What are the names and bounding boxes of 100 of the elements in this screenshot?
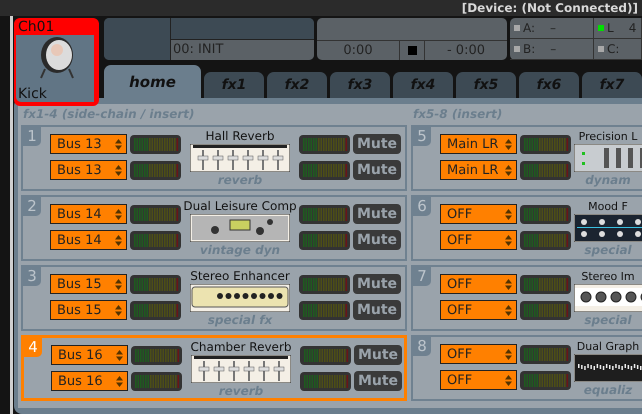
source-select[interactable]: OFF	[440, 230, 517, 250]
up-down-arrows-icon	[115, 138, 122, 150]
level-meter	[520, 274, 571, 294]
level-meter	[299, 204, 350, 224]
up-down-arrows-icon	[505, 234, 512, 246]
source-select[interactable]: Bus 14	[50, 230, 127, 250]
status-value: 4	[628, 21, 636, 35]
effect-name: Stereo Enhancer	[190, 269, 290, 284]
level-meter	[130, 300, 181, 320]
window-title: [Device: (Not Connected)]	[462, 1, 638, 15]
source-select[interactable]: Main LR	[440, 160, 517, 180]
up-down-arrows-icon	[505, 208, 512, 220]
level-meter	[520, 300, 571, 320]
level-meter	[299, 300, 350, 320]
up-down-arrows-icon	[115, 208, 122, 220]
level-meter	[130, 134, 181, 154]
effect-name: Hall Reverb	[205, 129, 275, 144]
mute-button[interactable]: Mute	[353, 300, 401, 320]
channel-strip[interactable]: Ch01 Kick	[14, 18, 99, 106]
slot-number: 5	[413, 127, 431, 146]
stop-icon[interactable]	[408, 46, 416, 55]
level-meter	[520, 344, 571, 364]
slot-number: 3	[23, 267, 41, 286]
slot-number: 2	[23, 197, 41, 216]
effect-name: Stereo Im	[581, 269, 635, 284]
level-meter	[520, 134, 571, 154]
level-meter	[131, 372, 182, 390]
display-block	[104, 18, 171, 60]
source-select[interactable]: OFF	[440, 370, 517, 390]
up-down-arrows-icon	[115, 234, 122, 246]
up-down-arrows-icon	[505, 374, 512, 386]
up-down-arrows-icon	[116, 376, 123, 386]
source-select[interactable]: Bus 14	[50, 204, 127, 224]
up-down-arrows-icon	[115, 164, 122, 176]
up-down-arrows-icon	[505, 304, 512, 316]
effect-unit-drawing	[574, 214, 642, 242]
source-select[interactable]: OFF	[440, 344, 517, 364]
level-meter	[300, 372, 351, 390]
level-meter	[299, 134, 350, 154]
level-meter	[520, 370, 571, 390]
slot-number: 8	[413, 337, 431, 356]
slot-number: 4	[24, 338, 42, 357]
slot-number: 7	[413, 267, 431, 286]
mute-button[interactable]: Mute	[353, 230, 401, 250]
level-meter	[130, 160, 181, 180]
up-down-arrows-icon	[115, 278, 122, 290]
source-select[interactable]: Bus 13	[50, 134, 127, 154]
mute-button[interactable]: Mute	[353, 160, 401, 180]
channel-name: Kick	[17, 86, 47, 102]
slot-number: 1	[23, 127, 41, 146]
status-label: C:	[607, 42, 620, 56]
mute-button[interactable]: Mute	[354, 371, 402, 391]
level-meter	[299, 230, 350, 250]
up-down-arrows-icon	[505, 138, 512, 150]
slot-number: 6	[413, 197, 431, 216]
elapsed-time: 0:00	[342, 42, 374, 60]
tab[interactable]: home	[104, 65, 201, 98]
source-select[interactable]: OFF	[440, 274, 517, 294]
channel-id: Ch01	[17, 20, 56, 35]
effect-unit-drawing	[574, 284, 642, 312]
level-meter	[131, 346, 182, 364]
mute-button[interactable]: Mute	[354, 345, 402, 365]
effect-name: Dual Leisure Comp	[183, 199, 297, 214]
status-label: A:	[523, 21, 536, 35]
level-meter	[300, 346, 351, 364]
source-select[interactable]: Bus 16	[51, 345, 128, 365]
effect-unit-drawing	[574, 144, 642, 172]
status-value: –	[550, 42, 556, 56]
mute-button[interactable]: Mute	[353, 274, 401, 294]
level-meter	[520, 204, 571, 224]
up-down-arrows-icon	[505, 278, 512, 290]
level-meter	[299, 274, 350, 294]
up-down-arrows-icon	[116, 350, 123, 360]
effect-name: Dual Graph	[576, 339, 640, 354]
status-label: L	[607, 21, 614, 35]
source-select[interactable]: Bus 13	[50, 160, 127, 180]
source-select[interactable]: Main LR	[440, 134, 517, 154]
mute-button[interactable]: Mute	[353, 204, 401, 224]
level-meter	[130, 274, 181, 294]
remaining-time: - 0:00	[446, 42, 486, 60]
level-meter	[299, 160, 350, 180]
up-down-arrows-icon	[505, 348, 512, 360]
effect-unit-drawing	[574, 354, 642, 382]
preset-name: 00: INIT	[171, 40, 314, 60]
level-meter	[520, 160, 571, 180]
up-down-arrows-icon	[115, 304, 122, 316]
source-select[interactable]: Bus 15	[50, 300, 127, 320]
effect-name: Chamber Reverb	[190, 340, 292, 355]
status-value: –	[550, 21, 556, 35]
up-down-arrows-icon	[505, 164, 512, 176]
level-meter	[130, 204, 181, 224]
source-select[interactable]: Bus 15	[50, 274, 127, 294]
mute-button[interactable]: Mute	[353, 134, 401, 154]
effect-name: Precision L	[578, 129, 638, 144]
effect-name: Mood F	[588, 199, 628, 214]
status-label: B:	[523, 42, 536, 56]
source-select[interactable]: OFF	[440, 300, 517, 320]
source-select[interactable]: Bus 16	[51, 371, 128, 391]
level-meter	[130, 230, 181, 250]
source-select[interactable]: OFF	[440, 204, 517, 224]
